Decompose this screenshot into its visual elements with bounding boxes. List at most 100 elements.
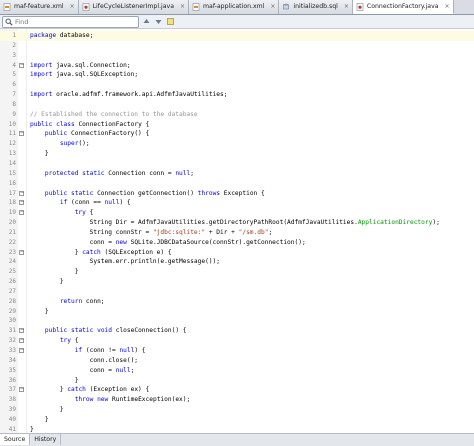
close-icon[interactable]: ×	[344, 0, 349, 14]
code-line[interactable]: 41}	[0, 425, 474, 433]
code-text: public static void closeConnection() {	[44, 327, 187, 335]
close-icon[interactable]: ×	[445, 0, 450, 13]
fold-toggle-icon[interactable]: −	[19, 249, 24, 255]
search-icon	[5, 18, 13, 26]
line-number: 18	[8, 199, 16, 207]
code-line[interactable]: 36 }	[0, 376, 474, 386]
code-line[interactable]: 27	[0, 287, 474, 297]
tab-lifecyclelistenerimpl-java[interactable]: LifeCycleListenerImpl.java ×	[78, 0, 189, 14]
tab-connectionfactory-java[interactable]: ConnectionFactory.java ×	[352, 0, 454, 14]
line-number: 6	[12, 81, 16, 89]
fold-toggle-icon[interactable]: −	[19, 387, 24, 393]
line-number: 9	[12, 110, 16, 118]
code-line[interactable]: 15 protected static Connection conn = nu…	[0, 169, 474, 179]
tab-source[interactable]: Source	[0, 434, 31, 445]
code-line[interactable]: 37− } catch (Exception ex) {	[0, 385, 474, 395]
code-text: conn = new SQLite.JDBCDataSource(connStr…	[30, 238, 306, 246]
fold-toggle-icon[interactable]: −	[19, 131, 24, 137]
code-line[interactable]: 39 }	[0, 405, 474, 415]
code-line[interactable]: 5 import java.sql.SQLException;	[0, 70, 474, 80]
editor-tab-bar: maf-feature.xml × LifeCycleListenerImpl.ja…	[0, 0, 474, 15]
code-line[interactable]: 4− import java.sql.Connection;	[0, 61, 474, 71]
fold-toggle-icon[interactable]: −	[19, 338, 24, 344]
code-line[interactable]: 32− try {	[0, 336, 474, 346]
code-line[interactable]: 38 throw new RuntimeException(ex);	[0, 395, 474, 405]
line-number: 1	[12, 32, 16, 39]
code-line[interactable]: 29 }	[0, 307, 474, 317]
code-line[interactable]: 6	[0, 80, 474, 90]
line-number: 30	[8, 317, 16, 325]
find-next-icon[interactable]	[154, 17, 163, 26]
code-line[interactable]: 7 import oracle.adfmf.framework.api.Adfmf…	[0, 90, 474, 100]
code-line[interactable]: 19− try {	[0, 208, 474, 218]
find-box[interactable]	[2, 16, 139, 28]
code-text: }	[30, 406, 64, 414]
tab-history[interactable]: History	[30, 434, 62, 445]
code-line[interactable]: 21 String connStr = "jdbc:sqlite:" + Dir…	[0, 228, 474, 238]
code-text: super();	[59, 140, 90, 148]
code-line[interactable]: 3	[0, 51, 474, 61]
tab-maf-feature-xml[interactable]: maf-feature.xml ×	[0, 0, 79, 14]
fold-toggle-icon[interactable]: −	[19, 328, 24, 334]
line-number: 12	[8, 140, 16, 148]
line-number: 27	[8, 287, 16, 295]
line-number: 8	[12, 100, 16, 108]
close-icon[interactable]: ×	[180, 0, 185, 14]
code-line[interactable]: 2	[0, 41, 474, 51]
close-icon[interactable]: ×	[70, 0, 75, 14]
find-previous-icon[interactable]	[142, 17, 151, 26]
code-text: }	[30, 268, 79, 276]
code-line[interactable]: 22 conn = new SQLite.JDBCDataSource(conn…	[0, 238, 474, 248]
code-text: import java.sql.Connection;	[30, 61, 131, 69]
code-line[interactable]: 28 return conn;	[0, 297, 474, 307]
code-line[interactable]: 12 super();	[0, 139, 474, 149]
code-line[interactable]: 11− public ConnectionFactory() {	[0, 129, 474, 139]
line-number: 26	[8, 278, 16, 286]
code-line[interactable]: 30	[0, 316, 474, 326]
code-line[interactable]: 25 }	[0, 267, 474, 277]
fold-toggle-icon[interactable]: −	[19, 210, 24, 216]
tab-label: maf-application.xml	[203, 3, 265, 10]
code-line[interactable]: 31− public static void closeConnection()…	[0, 326, 474, 336]
java-file-icon	[82, 3, 90, 11]
code-lines: 1 package database; 2 3 4− import java.sql.Co…	[0, 31, 474, 433]
fold-toggle-icon[interactable]: −	[19, 190, 24, 196]
code-line[interactable]: 13 }	[0, 149, 474, 159]
code-line[interactable]: 33− if (conn != null) {	[0, 346, 474, 356]
code-line[interactable]: 35 conn = null;	[0, 366, 474, 376]
fold-toggle-icon[interactable]: −	[19, 348, 24, 353]
code-text: conn = null;	[30, 366, 135, 374]
fold-toggle-icon[interactable]: −	[19, 200, 24, 206]
line-number: 4	[12, 61, 16, 69]
code-text: import java.sql.SQLException;	[30, 71, 139, 79]
find-input[interactable]	[15, 17, 125, 27]
editor-bottom-tabs: Source History	[0, 433, 474, 446]
code-line[interactable]: 10 public class ConnectionFactory {	[0, 120, 474, 130]
code-line[interactable]: 24 System.err.println(e.getMessage());	[0, 257, 474, 267]
code-line[interactable]: 40 }	[0, 415, 474, 425]
line-number: 3	[12, 51, 16, 59]
tab-maf-application-xml[interactable]: maf-application.xml ×	[189, 0, 280, 14]
line-number: 20	[8, 219, 16, 227]
code-line[interactable]: 34 conn.close();	[0, 356, 474, 366]
code-line[interactable]: 18− if (conn == null) {	[0, 198, 474, 208]
line-number: 17	[8, 189, 16, 197]
close-icon[interactable]: ×	[270, 0, 275, 14]
highlight-icon[interactable]	[166, 17, 175, 26]
code-text: }	[30, 425, 34, 433]
tab-initializedb-sql[interactable]: initializedb.sql ×	[279, 0, 353, 14]
code-text: try {	[59, 337, 79, 345]
code-line[interactable]: 8	[0, 100, 474, 110]
code-line[interactable]: 17− public static Connection getConnecti…	[0, 189, 474, 199]
code-editor[interactable]: 1 package database; 2 3 4− import java.sql.Co…	[0, 29, 474, 433]
code-line[interactable]: 20 String Dir = AdfmfJavaUtilities.getDi…	[0, 218, 474, 228]
code-line[interactable]: 26 }	[0, 277, 474, 287]
line-number: 40	[8, 415, 16, 423]
fold-toggle-icon[interactable]: −	[19, 62, 24, 68]
code-line[interactable]: 16	[0, 179, 474, 189]
code-line[interactable]: 9 // Established the connection to the da…	[0, 110, 474, 120]
java-file-icon	[356, 3, 364, 11]
code-line[interactable]: 23− } catch (SQLException e) {	[0, 248, 474, 258]
code-line[interactable]: 14	[0, 159, 474, 169]
code-line[interactable]: 1 package database;	[0, 31, 474, 41]
